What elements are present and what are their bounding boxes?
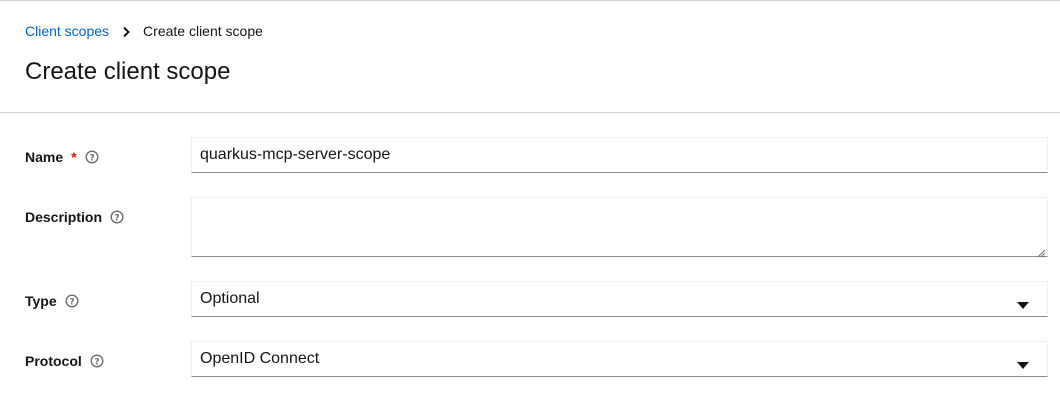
description-label: Description [25,209,103,225]
breadcrumb: Client scopes Create client scope [25,21,263,41]
svg-text:?: ? [69,297,74,307]
client-scope-form: Name * ? quarkus-mcp-server-scope Descri… [0,113,1060,393]
breadcrumb-link-client-scopes[interactable]: Client scopes [25,23,109,39]
name-input[interactable]: quarkus-mcp-server-scope [191,137,1048,173]
resize-grip-icon[interactable] [1036,245,1046,258]
protocol-label-group: Protocol ? [25,351,104,371]
svg-text:?: ? [89,153,94,163]
breadcrumb-current: Create client scope [143,23,263,39]
help-icon[interactable]: ? [90,354,104,368]
name-label-group: Name * ? [25,147,99,167]
type-select[interactable]: Optional [191,281,1048,317]
top-border [0,0,1060,1]
chevron-right-icon [121,25,131,38]
type-label: Type [25,293,57,309]
protocol-label: Protocol [25,353,82,369]
svg-text:?: ? [114,213,119,223]
description-textarea[interactable] [191,197,1048,258]
required-marker: * [71,149,77,165]
page-title: Create client scope [25,58,231,85]
name-label: Name [25,149,64,165]
description-label-group: Description ? [25,207,124,227]
protocol-select[interactable]: OpenID Connect [191,341,1048,377]
protocol-selected-value: OpenID Connect [200,350,320,367]
help-icon[interactable]: ? [65,294,79,308]
help-icon[interactable]: ? [110,210,124,224]
name-input-value: quarkus-mcp-server-scope [200,146,391,163]
help-icon[interactable]: ? [85,150,99,164]
type-label-group: Type ? [25,291,79,311]
caret-down-icon [1017,356,1029,369]
svg-text:?: ? [94,357,99,367]
page-header: Client scopes Create client scope Create… [0,0,1060,113]
caret-down-icon [1017,296,1029,309]
type-selected-value: Optional [200,290,260,307]
